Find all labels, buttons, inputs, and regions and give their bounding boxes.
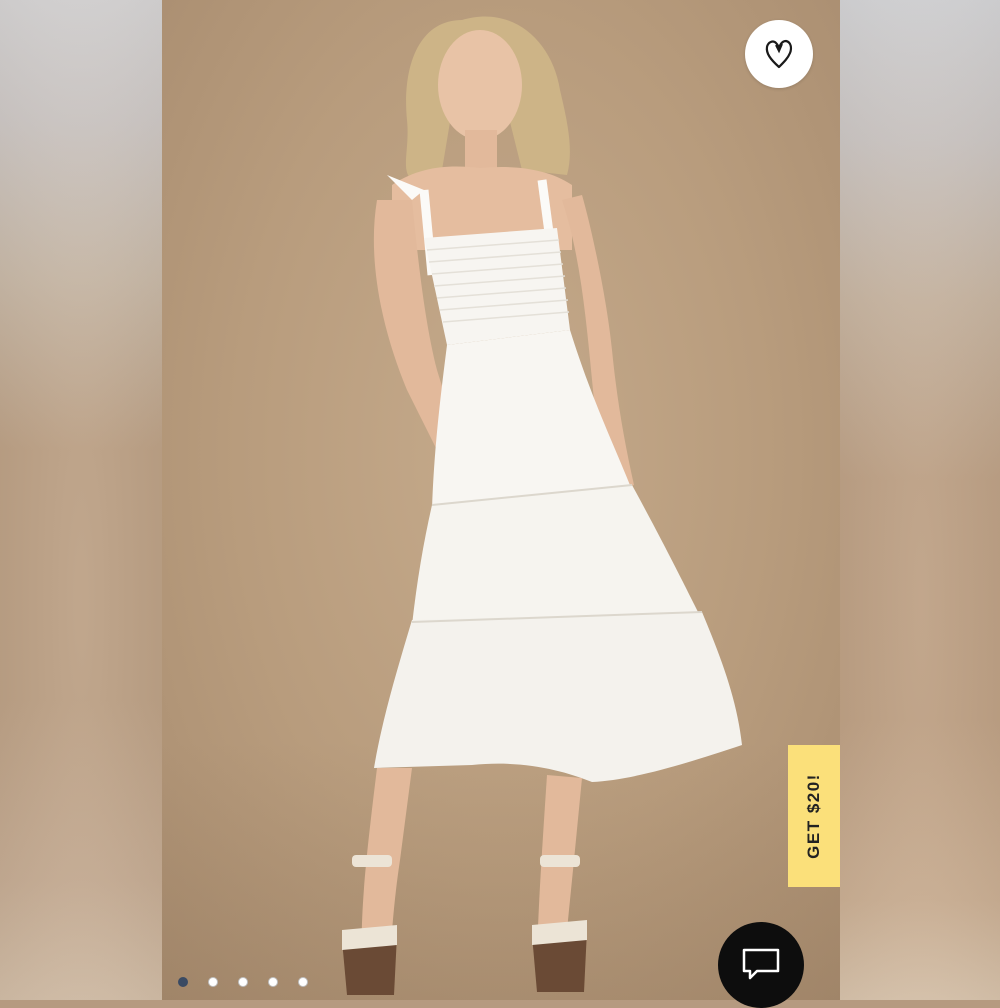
carousel-dot-5[interactable] xyxy=(298,977,308,987)
wishlist-button[interactable] xyxy=(745,20,813,88)
promo-label: GET $20! xyxy=(804,773,824,859)
carousel-dot-1[interactable] xyxy=(178,977,188,987)
carousel-dot-3[interactable] xyxy=(238,977,248,987)
carousel-dot-4[interactable] xyxy=(268,977,278,987)
model-in-white-dress xyxy=(342,16,742,995)
product-image[interactable] xyxy=(162,0,840,1000)
carousel-dot-2[interactable] xyxy=(208,977,218,987)
chat-bubble-icon xyxy=(742,948,780,980)
heart-icon xyxy=(765,39,793,69)
blurred-background-left xyxy=(0,0,162,1000)
promo-tab[interactable]: GET $20! xyxy=(788,745,840,887)
blurred-background-right xyxy=(840,0,1000,1000)
chat-button[interactable] xyxy=(718,922,804,1008)
carousel-pagination xyxy=(178,977,308,987)
